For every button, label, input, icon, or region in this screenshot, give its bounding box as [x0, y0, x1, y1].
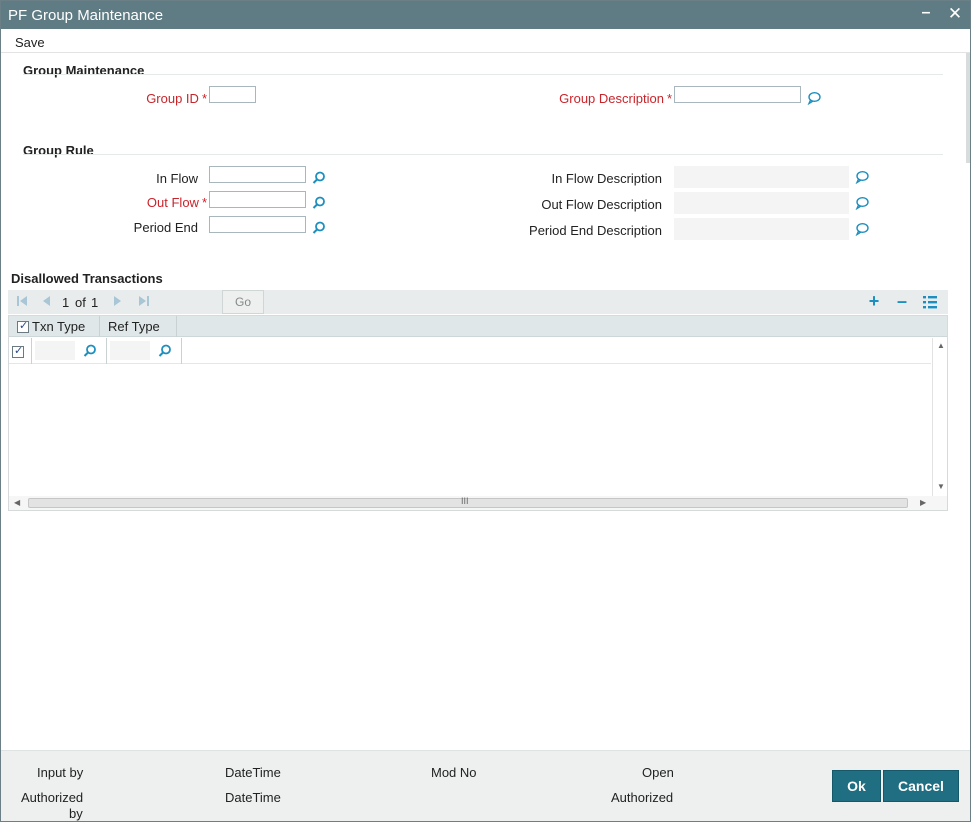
- previous-page-icon[interactable]: [40, 295, 52, 307]
- last-page-icon[interactable]: [138, 295, 150, 307]
- group-description-label-text: Group Description: [559, 91, 664, 106]
- list-view-icon[interactable]: [922, 294, 938, 310]
- required-marker: *: [201, 195, 207, 210]
- section-divider: [23, 74, 943, 75]
- authorized-by-label-line1: Authorized: [21, 790, 84, 805]
- out-flow-input[interactable]: [209, 191, 306, 208]
- table-row: [9, 338, 931, 364]
- search-icon[interactable]: [312, 196, 326, 210]
- delete-row-icon[interactable]: –: [894, 292, 910, 310]
- group-id-input[interactable]: [209, 86, 256, 103]
- go-button[interactable]: Go: [222, 290, 264, 314]
- group-description-label: Group Description *: [521, 91, 672, 106]
- scroll-right-icon[interactable]: ▶: [920, 498, 926, 507]
- required-marker: *: [201, 91, 207, 106]
- period-end-description-label: Period End Description: [529, 223, 662, 238]
- out-flow-description-label: Out Flow Description: [541, 197, 662, 212]
- group-rule-title: Group Rule: [23, 143, 94, 158]
- open-label: Open: [642, 765, 674, 780]
- required-marker: *: [666, 91, 672, 106]
- scrollbar-thumb[interactable]: III: [28, 496, 908, 508]
- disallowed-transactions-title: Disallowed Transactions: [11, 271, 163, 286]
- column-separator: [176, 316, 177, 337]
- group-id-label: Group ID *: [101, 91, 207, 106]
- authorized-by-label-line2: by: [69, 806, 83, 821]
- select-all-checkbox[interactable]: [17, 319, 29, 333]
- datetime-label: DateTime: [225, 765, 281, 780]
- page-of: of: [75, 295, 86, 310]
- cancel-button[interactable]: Cancel: [883, 770, 959, 802]
- search-icon[interactable]: [158, 344, 172, 358]
- window-title: PF Group Maintenance: [8, 7, 164, 24]
- row-checkbox[interactable]: [12, 344, 24, 358]
- in-flow-input[interactable]: [209, 166, 306, 183]
- input-by-label: Input by: [37, 765, 84, 780]
- column-separator: [31, 338, 32, 364]
- scroll-up-icon[interactable]: ▲: [937, 341, 945, 350]
- scroll-down-icon[interactable]: ▼: [937, 482, 945, 491]
- search-icon[interactable]: [312, 171, 326, 185]
- disallowed-transactions-grid: Txn Type Ref Type ▲ ▼ ◀: [8, 315, 948, 511]
- speech-bubble-icon[interactable]: [855, 222, 869, 236]
- group-id-label-text: Group ID: [146, 91, 199, 106]
- in-flow-description-field: [674, 166, 849, 188]
- search-icon[interactable]: [83, 344, 97, 358]
- page-total: 1: [91, 295, 99, 310]
- section-divider: [23, 154, 943, 155]
- menu-bar: Save: [1, 29, 970, 53]
- out-flow-label-text: Out Flow: [146, 195, 199, 210]
- column-separator: [99, 316, 100, 337]
- next-page-icon[interactable]: [112, 295, 124, 307]
- horizontal-scrollbar[interactable]: ◀ III ▶: [9, 496, 947, 510]
- search-icon[interactable]: [312, 221, 326, 235]
- ref-type-input[interactable]: [110, 341, 150, 360]
- pf-group-maintenance-window: PF Group Maintenance – ✕ Save Group Main…: [0, 0, 971, 822]
- period-end-label: Period End: [133, 220, 198, 235]
- speech-bubble-icon[interactable]: [807, 91, 821, 105]
- window-scrollbar[interactable]: [966, 53, 970, 163]
- scroll-grip: III: [461, 496, 469, 506]
- period-end-description-field: [674, 218, 849, 240]
- in-flow-label: In Flow: [156, 171, 198, 186]
- ok-button[interactable]: Ok: [832, 770, 881, 802]
- speech-bubble-icon[interactable]: [855, 196, 869, 210]
- vertical-scrollbar[interactable]: ▲ ▼: [932, 338, 947, 496]
- group-maintenance-title: Group Maintenance: [23, 63, 145, 78]
- in-flow-description-label: In Flow Description: [551, 171, 662, 186]
- mod-no-label: Mod No: [431, 765, 477, 780]
- datetime-label: DateTime: [225, 790, 281, 805]
- add-row-icon[interactable]: +: [866, 292, 882, 310]
- txn-type-input[interactable]: [35, 341, 75, 360]
- grid-header: Txn Type Ref Type: [9, 316, 947, 337]
- group-description-input[interactable]: [674, 86, 801, 103]
- column-header-ref-type[interactable]: Ref Type: [108, 319, 160, 334]
- page-current: 1: [62, 295, 70, 310]
- close-icon[interactable]: ✕: [945, 4, 965, 24]
- column-separator: [181, 338, 182, 364]
- title-bar[interactable]: PF Group Maintenance – ✕: [1, 1, 970, 29]
- save-button[interactable]: Save: [15, 35, 45, 50]
- out-flow-label: Out Flow *: [101, 195, 207, 210]
- minimize-icon[interactable]: –: [916, 4, 936, 24]
- column-header-txn-type[interactable]: Txn Type: [32, 319, 85, 334]
- scroll-left-icon[interactable]: ◀: [14, 498, 20, 507]
- first-page-icon[interactable]: [16, 295, 28, 307]
- period-end-input[interactable]: [209, 216, 306, 233]
- column-separator: [106, 338, 107, 364]
- grid-pager: 1 of 1 Go + –: [8, 290, 948, 314]
- speech-bubble-icon[interactable]: [855, 170, 869, 184]
- out-flow-description-field: [674, 192, 849, 214]
- audit-footer: Input by DateTime Mod No Open Authorized…: [1, 750, 970, 821]
- authorized-label: Authorized: [611, 790, 674, 805]
